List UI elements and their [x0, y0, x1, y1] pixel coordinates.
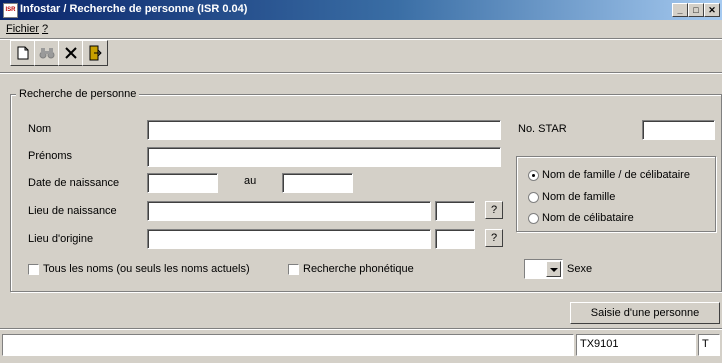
phonetique-checkbox[interactable]	[288, 264, 299, 275]
label-nom: Nom	[28, 123, 52, 135]
status-message	[2, 334, 574, 356]
lieu-origine-input[interactable]	[147, 229, 431, 249]
date-from-input[interactable]	[147, 173, 218, 193]
app-icon: ISR	[3, 3, 18, 18]
lieu-naissance-lookup-button[interactable]: ?	[485, 201, 503, 219]
status-mode: T	[698, 334, 720, 356]
date-to-input[interactable]	[282, 173, 353, 193]
new-button[interactable]	[10, 40, 36, 66]
lieu-naissance-code-input[interactable]	[435, 201, 475, 221]
delete-button[interactable]	[58, 40, 84, 66]
title-bar[interactable]: ISR Infostar / Recherche de personne (IS…	[0, 0, 722, 20]
exit-door-icon	[89, 45, 102, 61]
radio-nom-famille-label[interactable]: Nom de famille	[542, 191, 615, 203]
label-lieu-naissance: Lieu de naissance	[28, 205, 117, 217]
radio-nom-famille-celibataire-label[interactable]: Nom de famille / de célibataire	[542, 169, 690, 181]
radio-nom-celibataire-label[interactable]: Nom de célibataire	[542, 212, 634, 224]
new-document-icon	[17, 46, 29, 60]
label-lieu-origine: Lieu d'origine	[28, 233, 94, 245]
no-star-input[interactable]	[642, 120, 715, 140]
status-user: TX9101	[576, 334, 696, 356]
exit-button[interactable]	[82, 40, 108, 66]
delete-x-icon	[65, 47, 77, 59]
binoculars-icon	[39, 48, 55, 59]
chevron-down-icon[interactable]	[546, 261, 561, 277]
menu-fichier[interactable]: Fichier	[6, 23, 39, 35]
menu-bar: Fichier ?	[0, 20, 722, 38]
close-button[interactable]: ✕	[704, 3, 720, 17]
menu-separator	[0, 38, 722, 40]
radio-nom-famille-celibataire[interactable]	[528, 170, 539, 181]
lieu-origine-code-input[interactable]	[435, 229, 475, 249]
window-title: Infostar / Recherche de personne (ISR 0.…	[20, 3, 248, 15]
status-separator	[0, 328, 722, 330]
maximize-button[interactable]: □	[688, 3, 704, 17]
label-prenoms: Prénoms	[28, 150, 73, 162]
minimize-button[interactable]: _	[672, 3, 688, 17]
search-button[interactable]	[34, 40, 60, 66]
menu-help[interactable]: ?	[42, 23, 48, 35]
label-date-naissance: Date de naissance	[28, 177, 120, 189]
saisie-personne-button[interactable]: Saisie d'une personne	[570, 302, 720, 324]
radio-nom-famille[interactable]	[528, 192, 539, 203]
label-no-star: No. STAR	[518, 123, 567, 135]
group-title: Recherche de personne	[16, 88, 140, 100]
radio-nom-celibataire[interactable]	[528, 213, 539, 224]
lieu-naissance-input[interactable]	[147, 201, 431, 221]
tous-noms-label[interactable]: Tous les noms (ou seuls les noms actuels…	[43, 263, 250, 275]
tous-noms-checkbox[interactable]	[28, 264, 39, 275]
phonetique-label[interactable]: Recherche phonétique	[303, 263, 414, 275]
sexe-select[interactable]	[524, 259, 563, 279]
lieu-origine-lookup-button[interactable]: ?	[485, 229, 503, 247]
toolbar-separator	[0, 72, 722, 74]
prenoms-input[interactable]	[147, 147, 501, 167]
nom-input[interactable]	[147, 120, 501, 140]
label-au: au	[244, 175, 257, 187]
label-sexe: Sexe	[567, 263, 593, 275]
